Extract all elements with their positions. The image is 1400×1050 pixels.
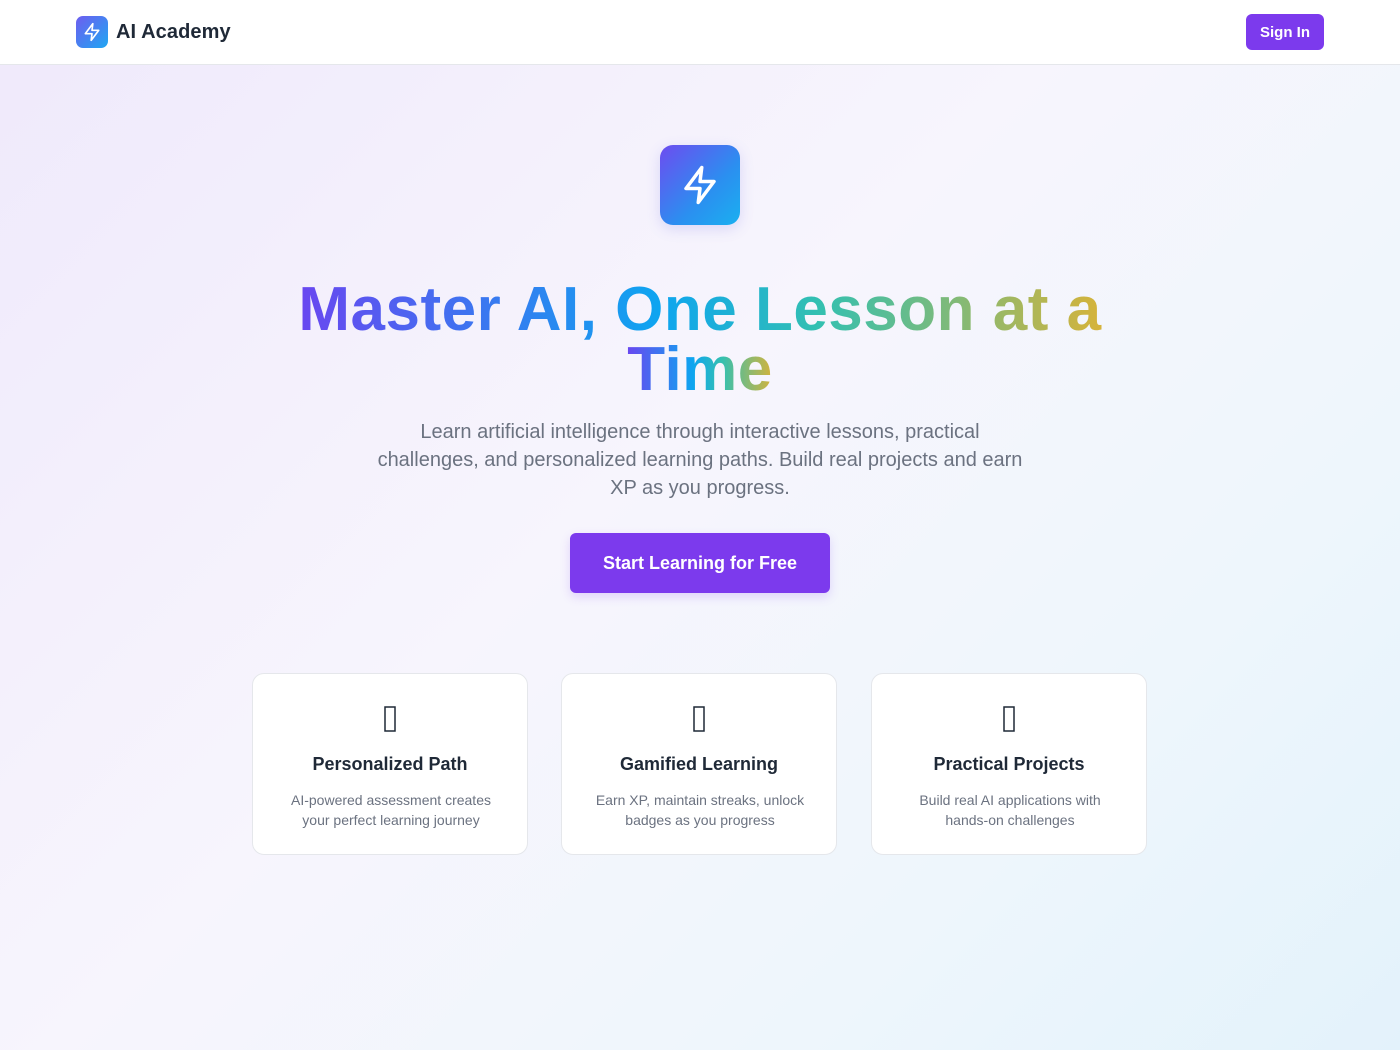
feature-description: Earn XP, maintain streaks, unlock badges… xyxy=(595,792,805,828)
hero-headline: Master AI, One Lesson at a Time xyxy=(250,279,1150,401)
top-navigation-bar: AI Academy Sign In xyxy=(0,0,1400,65)
feature-description: AI-powered assessment creates your perfe… xyxy=(291,792,491,828)
feature-title: Gamified Learning xyxy=(619,754,779,774)
missing-glyph-icon xyxy=(562,704,836,734)
feature-card-practical-projects: Practical Projects Build real AI applica… xyxy=(871,673,1147,855)
brand-name: AI Academy xyxy=(116,20,231,43)
feature-title: Personalized Path xyxy=(312,754,468,774)
missing-glyph-icon xyxy=(872,704,1146,734)
feature-card-personalized-path: Personalized Path AI-powered assessment … xyxy=(252,673,528,855)
missing-glyph-icon xyxy=(253,704,527,734)
lightning-bolt-icon xyxy=(76,16,108,48)
brand[interactable]: AI Academy xyxy=(76,16,231,48)
hero-subtitle: Learn artificial intelligence through in… xyxy=(377,421,1023,499)
headline-line-2: Time xyxy=(627,335,773,404)
start-learning-button[interactable]: Start Learning for Free xyxy=(570,533,830,593)
headline-line-1: Master AI, One Lesson at a xyxy=(298,275,1102,344)
feature-card-gamified-learning: Gamified Learning Earn XP, maintain stre… xyxy=(561,673,837,855)
lightning-bolt-icon xyxy=(660,145,740,225)
sign-in-button[interactable]: Sign In xyxy=(1246,14,1324,50)
feature-title: Practical Projects xyxy=(933,754,1085,774)
feature-description: Build real AI applications with hands-on… xyxy=(919,792,1101,828)
